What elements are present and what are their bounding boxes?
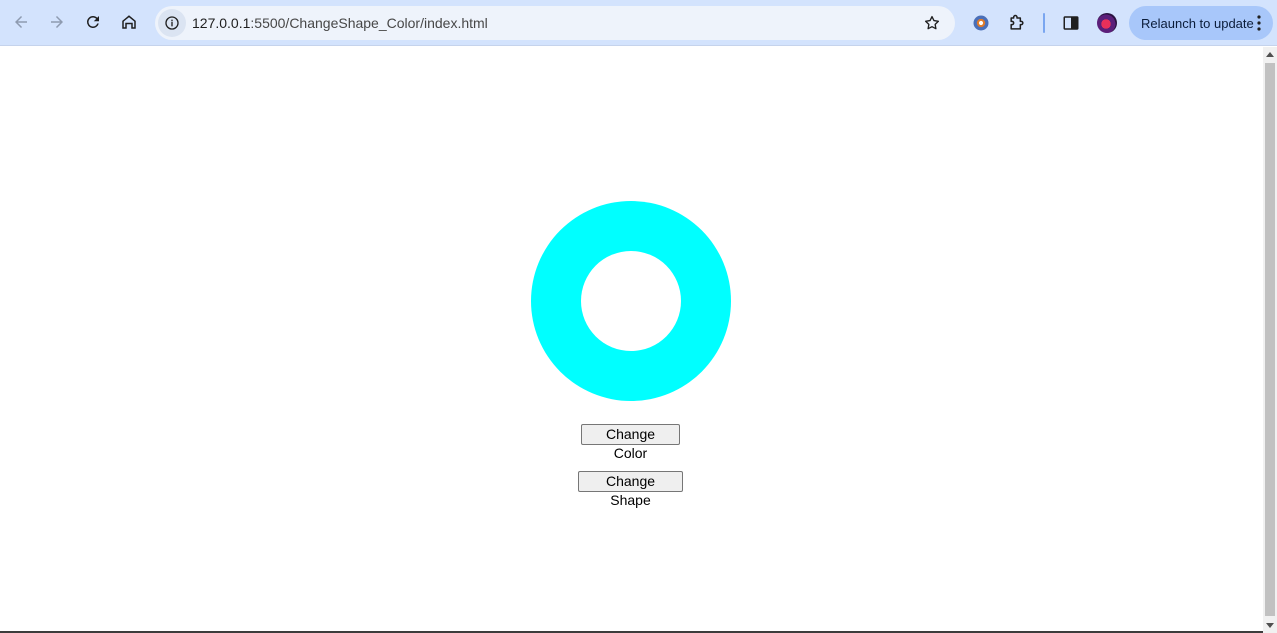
site-info-icon[interactable] <box>158 9 186 37</box>
profile-avatar[interactable] <box>1097 13 1117 33</box>
page-content: Change Color Change Shape <box>0 47 1263 633</box>
relaunch-button[interactable]: Relaunch to update <box>1129 6 1273 40</box>
side-panel-icon[interactable] <box>1060 12 1082 34</box>
change-shape-button[interactable]: Change Shape <box>578 471 683 508</box>
url-text: 127.0.0.1:5500/ChangeShape_Color/index.h… <box>192 15 488 31</box>
change-color-button[interactable]: Change Color <box>581 424 680 461</box>
forward-arrow-icon <box>51 16 63 28</box>
scrollbar-thumb[interactable] <box>1265 63 1275 616</box>
reload-button[interactable] <box>78 7 108 37</box>
home-button[interactable] <box>114 7 144 37</box>
home-icon <box>122 15 136 29</box>
address-bar[interactable]: 127.0.0.1:5500/ChangeShape_Color/index.h… <box>155 6 955 40</box>
reload-icon <box>86 15 99 28</box>
url-host: 127.0.0.1 <box>192 15 251 31</box>
bookmark-star-icon[interactable] <box>923 14 941 32</box>
forward-button[interactable] <box>42 7 72 37</box>
relaunch-label: Relaunch to update <box>1141 15 1254 31</box>
back-arrow-icon <box>15 16 27 28</box>
extensions-puzzle-icon[interactable] <box>1006 12 1028 34</box>
ring-shape <box>531 201 731 401</box>
back-button[interactable] <box>6 7 36 37</box>
more-menu-icon[interactable] <box>1257 15 1261 31</box>
ring-hole <box>581 251 681 351</box>
vertical-scrollbar[interactable] <box>1263 47 1277 633</box>
scroll-down-arrow-icon[interactable] <box>1266 623 1274 628</box>
url-path: :5500/ChangeShape_Color/index.html <box>250 15 488 31</box>
browser-toolbar: 127.0.0.1:5500/ChangeShape_Color/index.h… <box>0 0 1277 46</box>
scroll-up-arrow-icon[interactable] <box>1266 52 1274 57</box>
extension-shield-icon[interactable] <box>970 12 992 34</box>
toolbar-divider <box>1043 13 1045 33</box>
